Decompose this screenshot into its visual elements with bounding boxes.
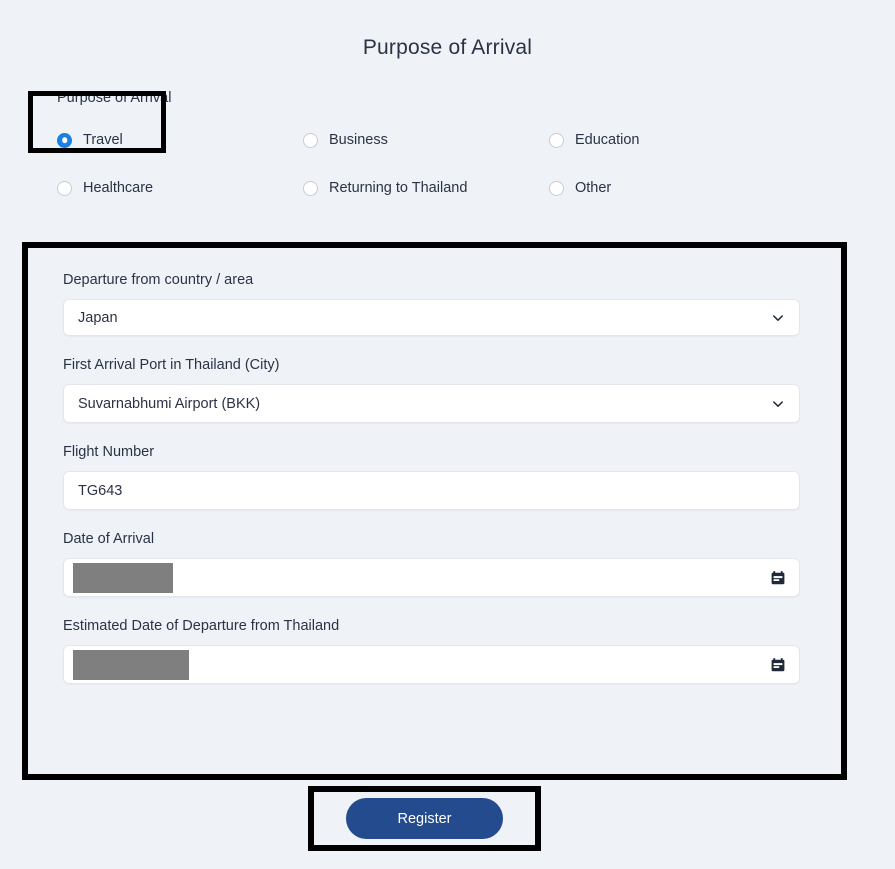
field-departure-country: Departure from country / area Japan	[63, 270, 805, 336]
input-date-of-arrival[interactable]	[63, 558, 800, 597]
purpose-radio-row-1: Travel Business Education	[57, 116, 857, 164]
radio-indicator-travel[interactable]	[57, 132, 72, 148]
radio-option-returning-to-thailand[interactable]: Returning to Thailand	[303, 164, 549, 212]
value-departure-country: Japan	[78, 309, 118, 326]
calendar-icon[interactable]	[770, 570, 786, 586]
chevron-down-icon	[773, 314, 783, 321]
label-date-of-departure: Estimated Date of Departure from Thailan…	[63, 618, 340, 634]
register-button[interactable]: Register	[346, 798, 503, 839]
value-flight-number: TG643	[78, 482, 123, 499]
calendar-icon[interactable]	[770, 657, 786, 673]
value-arrival-port: Suvarnabhumi Airport (BKK)	[78, 395, 261, 412]
highlight-outline-register-button: Register	[308, 786, 541, 851]
radio-label-travel: Travel	[83, 132, 123, 148]
input-date-of-departure[interactable]	[63, 645, 800, 684]
radio-label-business: Business	[329, 132, 388, 148]
radio-label-returning-to-thailand: Returning to Thailand	[329, 180, 468, 196]
radio-label-healthcare: Healthcare	[83, 180, 154, 196]
radio-indicator-education[interactable]	[549, 132, 564, 148]
select-arrival-port[interactable]: Suvarnabhumi Airport (BKK)	[63, 384, 800, 423]
label-date-of-arrival: Date of Arrival	[63, 531, 155, 547]
radio-indicator-healthcare[interactable]	[57, 180, 72, 196]
field-date-of-arrival: Date of Arrival	[63, 529, 805, 597]
redaction-block-date-of-departure	[73, 650, 189, 680]
field-date-of-departure: Estimated Date of Departure from Thailan…	[63, 616, 805, 684]
radio-indicator-returning-to-thailand[interactable]	[303, 180, 318, 196]
purpose-of-arrival-section: Purpose of Arrival Travel Business Educa…	[0, 88, 895, 212]
purpose-of-arrival-label: Purpose of Arrival	[57, 90, 172, 106]
radio-option-education[interactable]: Education	[549, 116, 795, 164]
radio-option-travel[interactable]: Travel	[57, 116, 303, 164]
label-flight-number: Flight Number	[63, 444, 155, 460]
label-arrival-port: First Arrival Port in Thailand (City)	[63, 357, 280, 373]
chevron-down-icon	[773, 400, 783, 407]
radio-indicator-other[interactable]	[549, 180, 564, 196]
purpose-radio-row-2: Healthcare Returning to Thailand Other	[57, 164, 857, 212]
radio-option-healthcare[interactable]: Healthcare	[57, 164, 303, 212]
purpose-radio-group: Travel Business Education Healthcare Ret…	[28, 91, 857, 212]
field-flight-number: Flight Number TG643	[63, 442, 805, 510]
radio-option-other[interactable]: Other	[549, 164, 795, 212]
select-departure-country[interactable]: Japan	[63, 299, 800, 336]
radio-label-other: Other	[575, 180, 612, 196]
label-departure-country: Departure from country / area	[63, 272, 254, 288]
radio-indicator-business[interactable]	[303, 132, 318, 148]
arrival-details-panel: Departure from country / area Japan Firs…	[22, 242, 847, 780]
field-arrival-port: First Arrival Port in Thailand (City) Su…	[63, 355, 805, 423]
input-flight-number[interactable]: TG643	[63, 471, 800, 510]
radio-label-education: Education	[575, 132, 640, 148]
page-title: Purpose of Arrival	[362, 36, 533, 59]
redaction-block-date-of-arrival	[73, 563, 173, 593]
radio-option-business[interactable]: Business	[303, 116, 549, 164]
